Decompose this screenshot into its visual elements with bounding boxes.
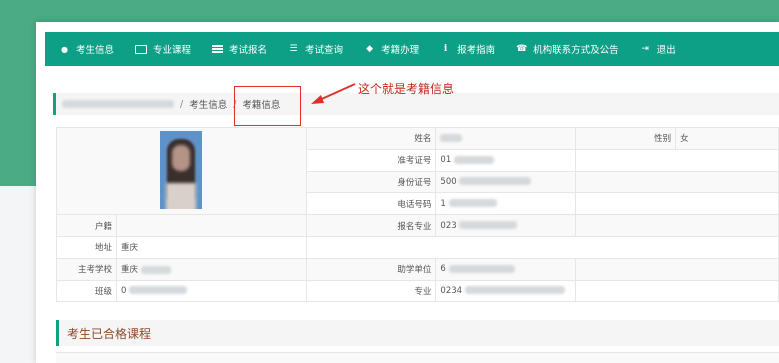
hukou-value bbox=[115, 214, 307, 237]
nav-item-logout[interactable]: 退出 bbox=[640, 42, 676, 56]
nav-item-major-courses[interactable]: 专业课程 bbox=[135, 42, 191, 56]
empty-cell bbox=[575, 257, 779, 281]
school-redacted bbox=[140, 265, 171, 274]
empty-cell bbox=[575, 192, 779, 216]
empty-cell bbox=[575, 148, 779, 172]
breadcrumb-separator: / bbox=[180, 98, 184, 110]
school-value: 重庆 bbox=[115, 257, 307, 281]
table-row: 姓名 性别 女 bbox=[56, 126, 779, 216]
gender-label: 性别 bbox=[575, 127, 677, 150]
exam-no-text: 01 bbox=[440, 155, 452, 166]
table-row: 地址 重庆 bbox=[56, 235, 779, 259]
nav-label: 考籍办理 bbox=[381, 45, 420, 56]
class-redacted bbox=[129, 286, 188, 295]
address-value: 重庆 bbox=[115, 235, 307, 259]
college-value: 6 bbox=[435, 257, 577, 281]
class-text: 0 bbox=[120, 285, 127, 296]
gender-value: 女 bbox=[675, 127, 779, 150]
college-redacted bbox=[448, 264, 515, 273]
main-nav: 考生信息 专业课程 考试报名 考试查询 考籍办理 报考指南 机构联系方式及公告 … bbox=[45, 32, 779, 66]
college-text: 6 bbox=[440, 264, 446, 275]
info-icon bbox=[440, 44, 451, 55]
nav-item-student-info[interactable]: 考生信息 bbox=[59, 42, 114, 56]
nav-item-exam-guide[interactable]: 报考指南 bbox=[440, 42, 495, 56]
tag-icon bbox=[364, 44, 375, 55]
nav-item-exam-registration[interactable]: 考试报名 bbox=[212, 42, 267, 56]
major-reg-value: 023 bbox=[435, 214, 577, 237]
phone-value: 1 bbox=[435, 192, 577, 216]
id-redacted bbox=[459, 177, 532, 186]
section-title: 考生已合格课程 bbox=[56, 320, 779, 346]
annotation-highlight-box bbox=[234, 86, 301, 126]
major-text: 0234 bbox=[440, 285, 463, 296]
id-value: 500 bbox=[435, 170, 577, 194]
courses-table-header bbox=[56, 352, 779, 363]
empty-cell bbox=[575, 279, 779, 303]
hukou-label: 户籍 bbox=[56, 214, 117, 237]
empty-cell bbox=[305, 235, 779, 259]
school-text: 重庆 bbox=[120, 265, 138, 276]
annotation-text: 这个就是考籍信息 bbox=[358, 82, 455, 96]
nav-item-status-handling[interactable]: 考籍办理 bbox=[364, 42, 419, 56]
exit-icon bbox=[640, 44, 651, 55]
major-reg-label: 报名专业 bbox=[305, 214, 437, 237]
address-text: 重庆 bbox=[120, 243, 138, 254]
college-label: 助学单位 bbox=[305, 257, 437, 281]
name-label: 姓名 bbox=[305, 127, 437, 150]
major-value: 0234 bbox=[435, 279, 577, 303]
table-row: 班级 0 专业 0234 bbox=[56, 279, 779, 303]
school-label: 主考学校 bbox=[56, 257, 117, 281]
annotation-arrow-icon bbox=[311, 83, 356, 104]
phone-text: 1 bbox=[440, 198, 446, 209]
nav-label: 专业课程 bbox=[153, 45, 192, 56]
exam-no-redacted bbox=[453, 155, 494, 164]
table-row: 主考学校 重庆 助学单位 6 bbox=[56, 257, 779, 281]
major-reg-redacted bbox=[459, 221, 518, 230]
exam-no-value: 01 bbox=[435, 148, 577, 172]
list-icon bbox=[212, 45, 224, 53]
name-redacted bbox=[440, 133, 463, 142]
nav-label: 考生信息 bbox=[76, 45, 115, 56]
photo-cell bbox=[56, 126, 307, 216]
user-icon bbox=[59, 44, 70, 55]
class-value: 0 bbox=[115, 279, 307, 303]
nav-label: 考试报名 bbox=[229, 45, 268, 56]
breadcrumb-home-redacted[interactable] bbox=[62, 100, 174, 108]
student-photo bbox=[160, 130, 203, 209]
major-label: 专业 bbox=[305, 279, 437, 303]
nav-label: 退出 bbox=[656, 45, 676, 56]
phone-label: 电话号码 bbox=[305, 192, 437, 216]
name-value bbox=[435, 127, 577, 150]
empty-cell bbox=[575, 214, 779, 237]
empty-cell bbox=[575, 170, 779, 194]
class-label: 班级 bbox=[56, 279, 117, 303]
nav-label: 考试查询 bbox=[305, 45, 344, 56]
id-label: 身份证号 bbox=[305, 170, 437, 194]
phone-redacted bbox=[448, 199, 497, 208]
table-row: 户籍 报名专业 023 bbox=[56, 214, 779, 237]
nav-item-exam-query[interactable]: 考试查询 bbox=[288, 42, 343, 56]
phone-icon bbox=[516, 44, 527, 55]
id-card-icon bbox=[135, 44, 148, 54]
nav-label: 报考指南 bbox=[457, 45, 496, 56]
major-reg-text: 023 bbox=[440, 220, 457, 231]
breadcrumb-student-info[interactable]: 考生信息 bbox=[189, 97, 227, 111]
id-text: 500 bbox=[440, 176, 457, 187]
exam-no-label: 准考证号 bbox=[305, 148, 437, 172]
nav-label: 机构联系方式及公告 bbox=[533, 45, 619, 56]
address-label: 地址 bbox=[56, 235, 117, 259]
nav-item-contacts-announcements[interactable]: 机构联系方式及公告 bbox=[516, 42, 619, 56]
student-status-table: 姓名 性别 女 准考证号 01 身份证号 500 电话号码 1 户籍 报名专业 … bbox=[56, 126, 779, 303]
sitemap-icon bbox=[288, 44, 299, 55]
major-redacted bbox=[464, 286, 565, 295]
